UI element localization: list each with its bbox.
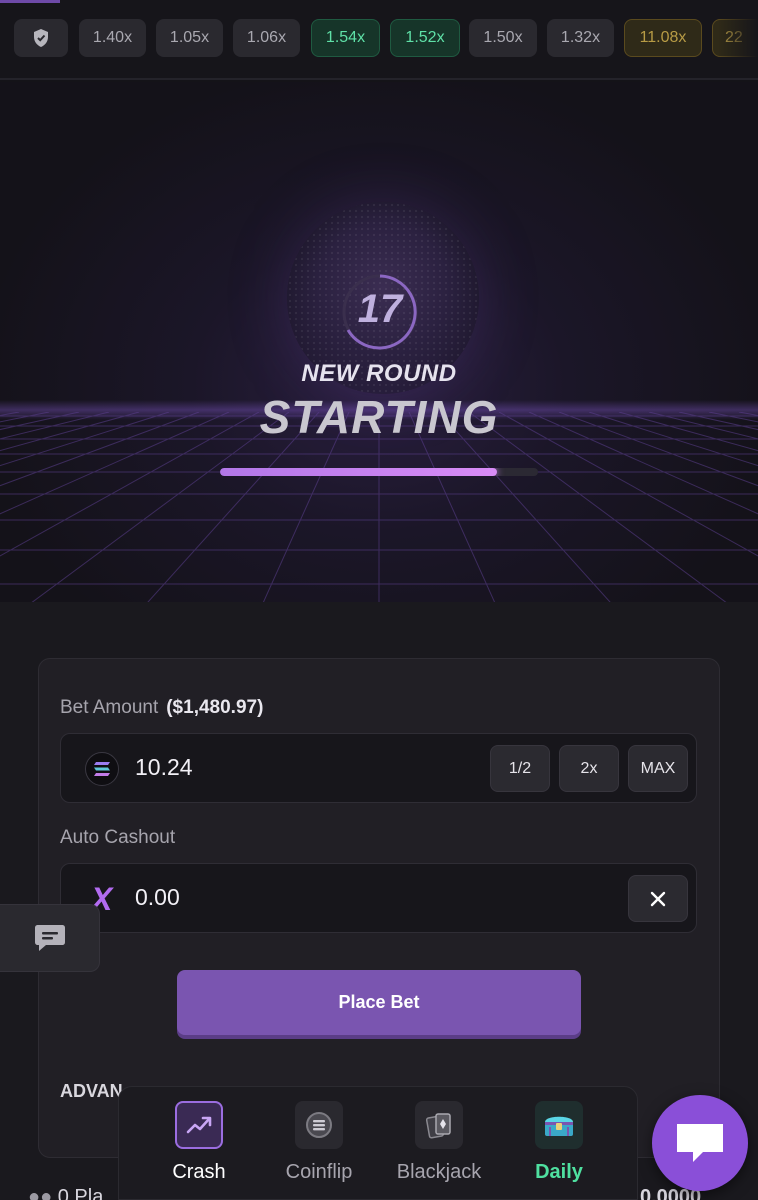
chat-bubble-icon [34,925,65,951]
history-chip-8[interactable]: 11.08x [624,19,702,57]
history-chip-5[interactable]: 1.52x [390,19,460,57]
countdown-number: 17 [357,287,403,331]
support-chat-button[interactable] [652,1095,748,1191]
starting-label: STARTING [259,391,499,443]
half-bet-button[interactable]: 1/2 [490,745,550,792]
solana-coin-icon [85,752,119,786]
bet-amount-field[interactable]: 1/2 2x MAX [60,733,697,803]
players-count-text: 0 Pla [57,1186,104,1200]
nav-coinflip-label: Coinflip [285,1161,353,1183]
coin-icon [295,1101,343,1149]
nav-blackjack-label: Blackjack [396,1161,482,1183]
nav-daily-label: Daily [535,1161,583,1183]
bet-amount-input[interactable] [135,754,435,781]
multiplier-history-bar: 1.40x 1.05x 1.06x 1.54x 1.52x 1.50x 1.32… [0,0,758,80]
nav-crash[interactable]: Crash [144,1101,254,1184]
history-chip-0[interactable] [14,19,68,57]
balance-value: ($1,480.97) [166,697,264,718]
players-count: ●● 0 Pla [28,1186,103,1200]
place-bet-button[interactable]: Place Bet [177,970,581,1035]
crash-chart-icon [175,1101,223,1149]
auto-cashout-field[interactable]: X [60,863,697,933]
nav-coinflip[interactable]: Coinflip [264,1101,374,1184]
nav-daily[interactable]: Daily [504,1101,614,1184]
bottom-navigation: Crash Coinflip Blackjack Daily [118,1086,638,1200]
history-chip-3[interactable]: 1.06x [233,19,300,57]
auto-cashout-label: Auto Cashout [60,827,176,848]
cards-icon [415,1101,463,1149]
treasure-chest-icon [535,1101,583,1149]
advanced-toggle[interactable]: ADVAN [60,1081,123,1102]
nav-blackjack[interactable]: Blackjack [384,1101,494,1184]
round-progress-bar [220,468,538,476]
bet-amount-title: Bet Amount [60,697,159,718]
auto-cashout-input[interactable] [135,884,435,911]
history-chip-6[interactable]: 1.50x [469,19,537,57]
players-icon: ●● [28,1186,53,1200]
nav-crash-label: Crash [172,1161,226,1183]
chat-bubble-icon [677,1124,723,1162]
new-round-label: NEW ROUND [301,360,457,387]
clear-cashout-button[interactable] [628,875,688,922]
max-bet-button[interactable]: MAX [628,745,688,792]
history-chip-2[interactable]: 1.05x [156,19,223,57]
round-progress-fill [220,468,497,476]
crash-game-canvas: 17 NEW ROUND STARTING [0,82,758,602]
shield-icon [34,29,48,47]
chat-tab-button[interactable] [0,904,100,972]
close-icon [650,891,666,906]
history-chip-1[interactable]: 1.40x [79,19,146,57]
history-chip-4[interactable]: 1.54x [311,19,380,57]
bet-amount-label: Bet Amount ($1,480.97) [60,697,263,719]
double-bet-button[interactable]: 2x [559,745,619,792]
history-chip-9[interactable]: 22 [712,19,758,57]
history-chip-7[interactable]: 1.32x [547,19,614,57]
